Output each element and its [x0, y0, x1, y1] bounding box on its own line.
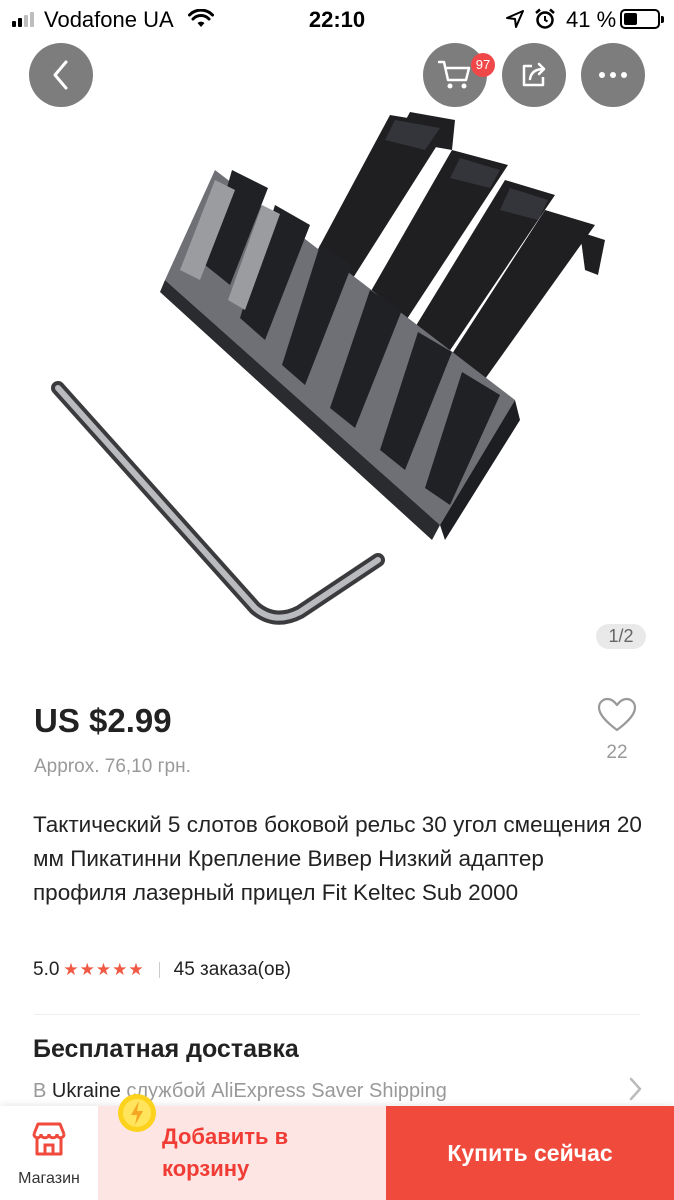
wishlist-button[interactable]: 22	[596, 697, 638, 764]
cart-icon	[438, 60, 471, 89]
add-to-cart-label: Добавить в корзину	[162, 1124, 289, 1181]
shipping-country: Ukraine	[51, 1080, 121, 1102]
buy-now-label: Купить сейчас	[447, 1139, 613, 1166]
divider	[158, 962, 160, 978]
wishlist-count: 22	[606, 742, 628, 763]
store-label: Магазин	[18, 1170, 80, 1187]
bottom-action-bar: Магазин Добавить в корзину Купить сейчас	[0, 1094, 674, 1200]
rating-stars: ★★★★★	[63, 960, 145, 979]
image-counter: 1/2	[596, 624, 646, 649]
product-image[interactable]	[0, 95, 674, 655]
product-price: US $2.99	[34, 702, 172, 739]
rating-row[interactable]: 5.0 ★★★★★ 45 заказа(ов)	[33, 959, 291, 981]
orders-count: 45 заказа(ов)	[173, 959, 291, 980]
battery-percent: 41 %	[566, 7, 617, 32]
shipping-prefix: В	[33, 1080, 47, 1102]
coin-icon[interactable]	[116, 1092, 158, 1134]
product-title: Тактический 5 слотов боковой рельс 30 уг…	[33, 812, 642, 905]
alarm-icon	[535, 8, 555, 29]
ellipsis-icon	[599, 72, 627, 78]
section-divider	[34, 1014, 640, 1015]
share-icon	[522, 62, 546, 87]
rail-adapter-illustration	[160, 112, 605, 540]
shipping-detail[interactable]: В Ukraine службой AliExpress Saver Shipp…	[33, 1080, 447, 1103]
rating-value: 5.0	[33, 959, 60, 980]
shipping-service: службой AliExpress Saver Shipping	[126, 1080, 447, 1102]
location-arrow-icon	[506, 10, 524, 28]
approx-price: Approx. 76,10 грн.	[34, 756, 191, 777]
battery-icon	[620, 9, 664, 29]
buy-now-button[interactable]: Купить сейчас	[386, 1106, 674, 1200]
store-icon	[32, 1122, 66, 1156]
chevron-right-icon[interactable]	[628, 1077, 642, 1101]
store-tab[interactable]: Магазин	[0, 1106, 98, 1200]
heart-icon	[597, 697, 637, 732]
status-bar: Vodafone UA 22:10 41 %	[0, 0, 674, 40]
cart-count-badge: 97	[471, 53, 495, 77]
shipping-title: Бесплатная доставка	[33, 1035, 299, 1063]
chevron-left-icon	[53, 60, 68, 90]
